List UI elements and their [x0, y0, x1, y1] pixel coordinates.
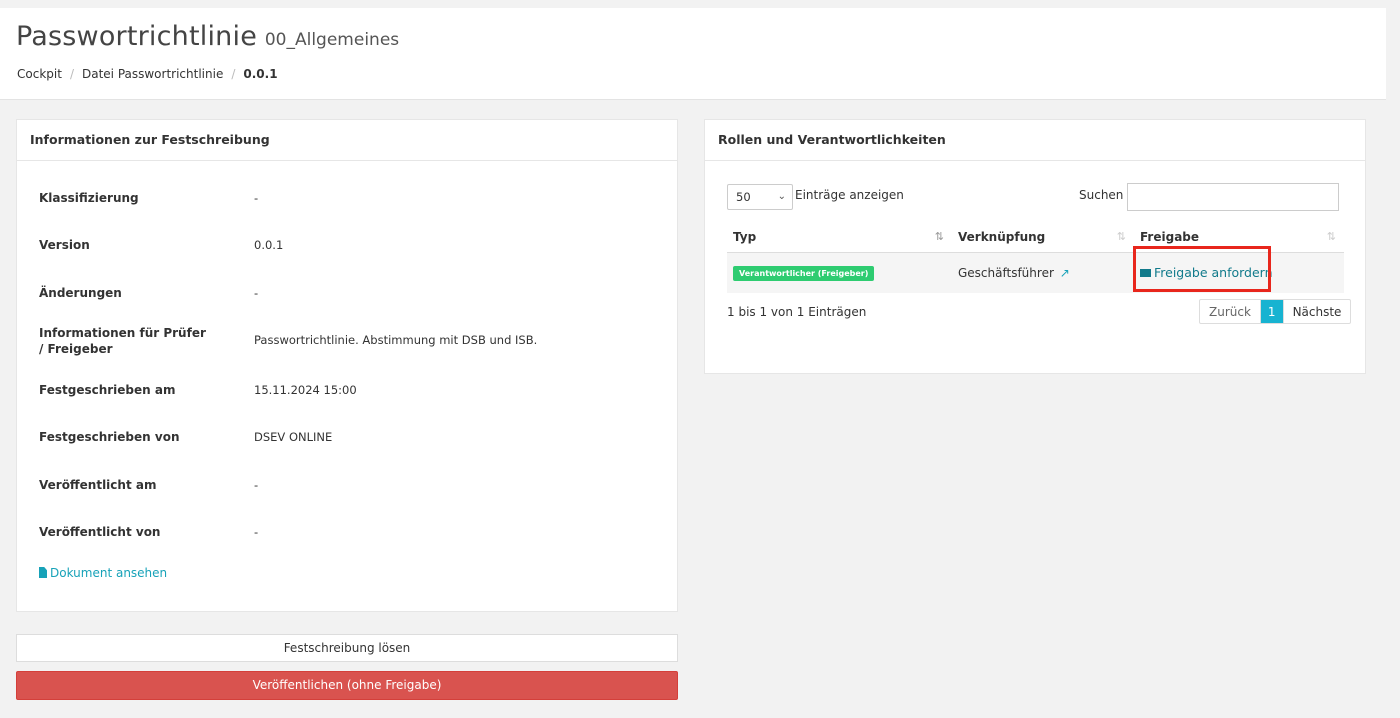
page-title-main: Passwortrichtlinie	[16, 21, 258, 52]
publish-without-approval-button[interactable]: Veröffentlichen (ohne Freigabe)	[16, 671, 678, 700]
info-label: Version	[39, 238, 90, 252]
pagination: Zurück 1 Nächste	[1199, 299, 1352, 324]
pagination-prev-button[interactable]: Zurück	[1200, 300, 1261, 323]
page-title-sub: 00_Allgemeines	[264, 30, 400, 50]
info-value: -	[254, 478, 259, 492]
view-document-label: Dokument ansehen	[50, 566, 168, 580]
chevron-down-icon: ⌄	[777, 191, 786, 202]
roles-panel: Rollen und Verantwortlichkeiten 50 ⌄ Ein…	[704, 119, 1366, 374]
info-label: Veröffentlicht am	[39, 478, 157, 492]
breadcrumb-cockpit[interactable]: Cockpit	[17, 67, 62, 81]
cell-verknuepfung: Geschäftsführer ↗	[952, 252, 1134, 293]
column-header-label: Typ	[733, 230, 757, 244]
link-target-label: Geschäftsführer	[958, 265, 1054, 280]
info-value: -	[254, 191, 259, 205]
pagination-page-button[interactable]: 1	[1260, 300, 1283, 323]
info-value: 0.0.1	[254, 238, 284, 252]
info-panel-title: Informationen zur Festschreibung	[17, 120, 677, 161]
sort-icon: ⇅	[1326, 230, 1336, 243]
page-title: Passwortrichtlinie 00_Allgemeines	[16, 21, 399, 52]
roles-panel-title: Rollen und Verantwortlichkeiten	[705, 120, 1365, 161]
info-value: Passwortrichtlinie. Abstimmung mit DSB u…	[254, 333, 538, 347]
sort-asc-icon: ⇅	[934, 230, 944, 243]
search-label: Suchen	[1079, 188, 1124, 202]
entries-length-value: 50	[736, 190, 751, 204]
view-document-link[interactable]: Dokument ansehen	[39, 566, 167, 580]
pagination-next-button[interactable]: Nächste	[1282, 300, 1351, 323]
external-link-icon[interactable]: ↗	[1060, 266, 1070, 280]
info-label: Informationen für Prüfer / Freigeber	[39, 326, 206, 356]
role-badge: Verantwortlicher (Freigeber)	[733, 265, 875, 281]
entries-length-label: Einträge anzeigen	[795, 188, 904, 202]
breadcrumb-separator: /	[231, 67, 236, 81]
info-panel: Informationen zur Festschreibung Klassif…	[16, 119, 678, 612]
column-header-typ[interactable]: Typ ⇅	[727, 222, 952, 253]
column-header-label: Freigabe	[1140, 230, 1200, 244]
info-value: -	[254, 286, 259, 300]
scrollbar-track[interactable]	[1386, 0, 1400, 718]
breadcrumb-version: 0.0.1	[243, 67, 278, 81]
info-label: Festgeschrieben am	[39, 383, 176, 397]
breadcrumb: Cockpit / Datei Passwortrichtlinie / 0.0.1	[17, 67, 278, 81]
sort-icon: ⇅	[1116, 230, 1126, 243]
info-label: Änderungen	[39, 286, 122, 300]
info-value: DSEV ONLINE	[254, 430, 333, 444]
info-value: -	[254, 525, 259, 539]
unlock-fixation-button[interactable]: Festschreibung lösen	[16, 634, 678, 662]
info-label: Veröffentlicht von	[39, 525, 161, 539]
breadcrumb-file[interactable]: Datei Passwortrichtlinie	[82, 67, 223, 81]
info-label: Klassifizierung	[39, 191, 139, 205]
page-header: Passwortrichtlinie 00_Allgemeines Cockpi…	[0, 8, 1386, 100]
table-info: 1 bis 1 von 1 Einträgen	[727, 305, 867, 319]
cell-typ: Verantwortlicher (Freigeber)	[727, 252, 952, 293]
column-header-label: Verknüpfung	[958, 230, 1046, 244]
column-header-verknuepfung[interactable]: Verknüpfung ⇅	[952, 222, 1134, 253]
breadcrumb-separator: /	[69, 67, 74, 81]
file-icon	[39, 567, 47, 578]
highlight-box	[1133, 246, 1271, 292]
entries-length-select[interactable]: 50 ⌄	[727, 184, 793, 210]
search-input[interactable]	[1127, 183, 1339, 211]
info-label: Festgeschrieben von	[39, 430, 180, 444]
info-value: 15.11.2024 15:00	[254, 383, 357, 397]
